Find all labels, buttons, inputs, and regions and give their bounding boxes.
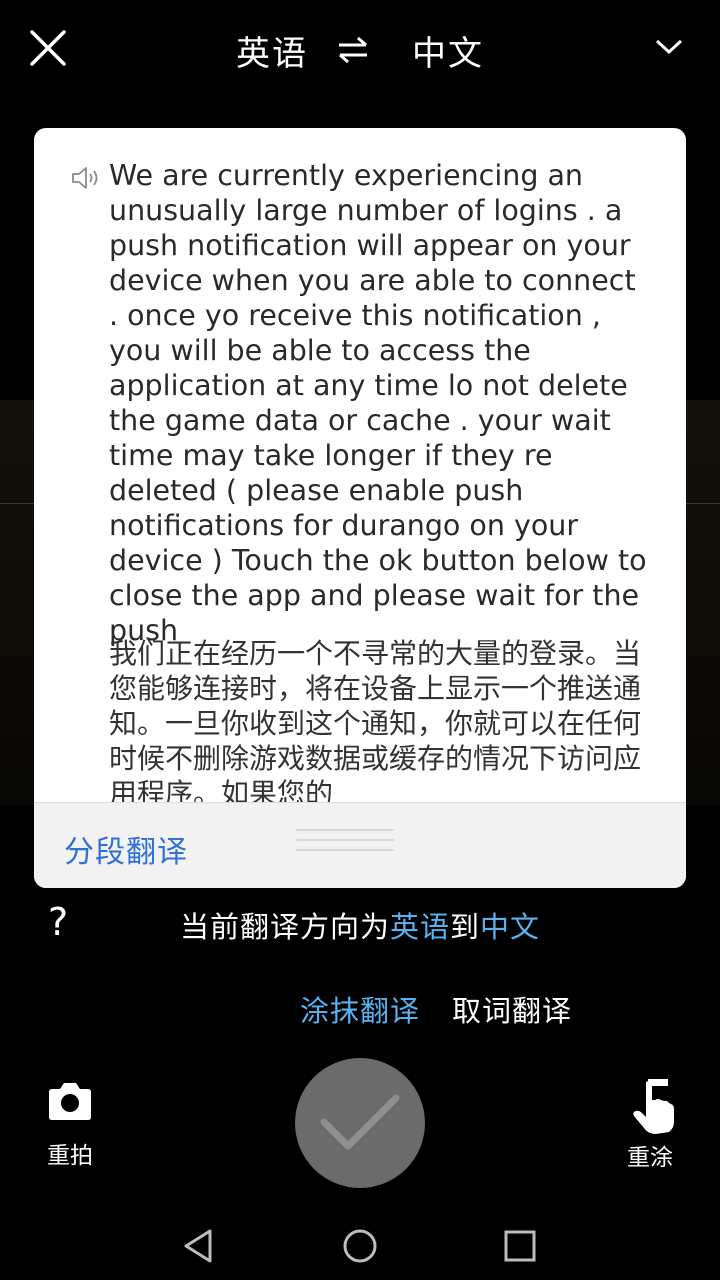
back-icon[interactable]: [180, 1226, 220, 1266]
translate-screen: 英语 中文 We are currently experiencing an u…: [0, 0, 720, 1280]
swap-arrows-icon[interactable]: [336, 35, 370, 65]
direction-target: 中文: [480, 910, 541, 944]
checkmark-icon: [320, 1094, 400, 1150]
translation-content[interactable]: We are currently experiencing an unusual…: [34, 128, 686, 802]
tab-smear-translate[interactable]: 涂抹翻译: [300, 988, 420, 1030]
home-icon[interactable]: [340, 1226, 380, 1266]
chevron-down-icon[interactable]: [654, 34, 684, 60]
source-language[interactable]: 英语: [236, 26, 308, 75]
translation-card: We are currently experiencing an unusual…: [34, 128, 686, 888]
retake-button[interactable]: 重拍: [36, 1080, 104, 1170]
translation-direction: 当前翻译方向为英语到中文: [0, 904, 720, 946]
segment-translate-button[interactable]: 分段翻译: [64, 827, 188, 871]
direction-source: 英语: [389, 910, 450, 944]
target-language[interactable]: 中文: [412, 26, 484, 75]
retake-label: 重拍: [47, 1143, 93, 1169]
drag-handle[interactable]: [296, 829, 394, 863]
translated-text: 我们正在经历一个不寻常的大量的登录。当您能够连接时，将在设备上显示一个推送通知。…: [109, 637, 642, 802]
repaint-button[interactable]: 重涂: [616, 1078, 684, 1172]
direction-prefix: 当前翻译方向为: [179, 910, 390, 944]
navigation-bar: [0, 1210, 720, 1280]
confirm-button[interactable]: [295, 1058, 425, 1188]
tab-word-translate[interactable]: 取词翻译: [452, 988, 572, 1030]
recent-apps-icon[interactable]: [500, 1226, 540, 1266]
hand-pointer-icon: [633, 1079, 674, 1134]
card-footer: 分段翻译: [34, 802, 686, 888]
direction-connector: 到: [450, 910, 481, 944]
handle-line: [296, 849, 394, 851]
source-text: We are currently experiencing an unusual…: [109, 159, 647, 647]
repaint-label: 重涂: [627, 1145, 673, 1171]
language-selector: 英语 中文: [0, 26, 720, 74]
speaker-icon[interactable]: [70, 164, 102, 192]
handle-line: [296, 839, 394, 841]
camera-icon: [49, 1083, 91, 1120]
handle-line: [296, 829, 394, 831]
top-bar: 英语 中文: [0, 0, 720, 100]
